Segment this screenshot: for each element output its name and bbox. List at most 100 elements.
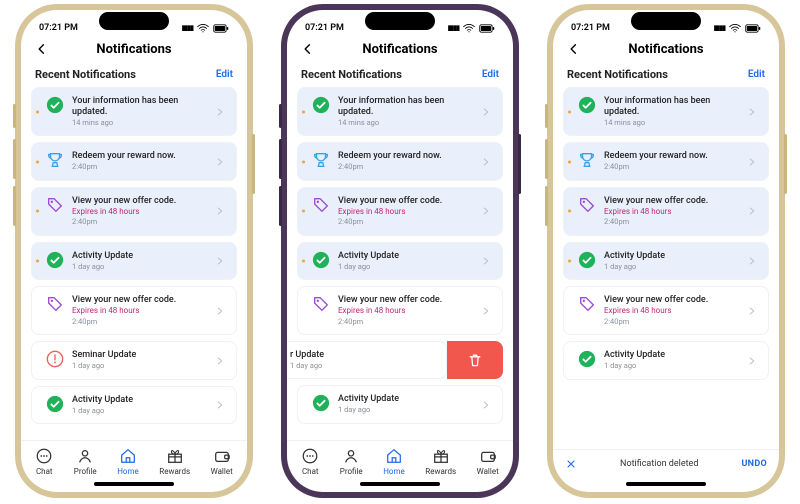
notification-item[interactable]: Your information has been updated. 14 mi… (31, 87, 237, 136)
notification-time: 1 day ago (72, 262, 206, 272)
notification-item[interactable]: Activity Update 1 day ago (563, 341, 769, 380)
unread-dot-icon (36, 160, 39, 163)
snackbar-close-button[interactable] (565, 458, 577, 470)
signal-icon (182, 23, 193, 33)
snackbar: Notification deleted UNDO (553, 449, 779, 478)
notification-item-swiped[interactable]: r Update 1 day ago (297, 341, 503, 379)
chevron-right-icon (746, 156, 758, 168)
notification-list[interactable]: Your information has been updated. 14 mi… (287, 87, 513, 440)
notification-title: Activity Update (338, 394, 472, 405)
trash-icon (467, 352, 483, 368)
notification-item[interactable]: View your new offer code. Expires in 48 … (297, 187, 503, 236)
tag-icon (46, 295, 64, 313)
trophy-icon (312, 151, 330, 169)
nav-rewards[interactable]: Rewards (425, 447, 456, 476)
notification-item[interactable]: Activity Update 1 day ago (297, 242, 503, 281)
page-title: Notifications (21, 42, 247, 57)
chevron-right-icon (214, 305, 226, 317)
notification-time: 1 day ago (604, 262, 738, 272)
nav-rewards[interactable]: Rewards (159, 447, 190, 476)
notification-item[interactable]: View your new offer code. Expires in 48 … (563, 187, 769, 236)
home-indicator[interactable] (360, 482, 440, 486)
snackbar-message: Notification deleted (620, 459, 698, 469)
home-indicator[interactable] (626, 482, 706, 486)
nav-chat[interactable]: Chat (301, 447, 319, 476)
notification-subtitle: Expires in 48 hours (338, 207, 472, 217)
notification-title: Activity Update (604, 251, 738, 262)
unread-dot-icon (302, 260, 305, 263)
notification-list[interactable]: Your information has been updated. 14 mi… (553, 87, 779, 449)
edit-button[interactable]: Edit (748, 69, 765, 80)
back-button[interactable] (301, 42, 319, 56)
notification-item[interactable]: Activity Update 1 day ago (563, 242, 769, 281)
nav-label: Chat (302, 467, 319, 476)
notification-item[interactable]: View your new offer code. Expires in 48 … (297, 286, 503, 335)
edit-button[interactable]: Edit (482, 69, 499, 80)
notification-item-foreground[interactable]: r Update 1 day ago (287, 341, 447, 379)
unread-dot-icon (302, 110, 305, 113)
nav-profile[interactable]: Profile (74, 447, 97, 476)
notification-item[interactable]: Redeem your reward now. 2:40pm (31, 142, 237, 181)
check-icon (578, 96, 596, 114)
notification-item[interactable]: Your information has been updated. 14 mi… (297, 87, 503, 136)
trophy-icon (46, 151, 64, 169)
nav-label: Profile (340, 467, 363, 476)
notification-item[interactable]: Activity Update 1 day ago (297, 385, 503, 424)
nav-label: Wallet (477, 467, 499, 476)
nav-label: Home (383, 467, 405, 476)
back-button[interactable] (567, 42, 585, 56)
notification-list[interactable]: Your information has been updated. 14 mi… (21, 87, 247, 440)
snackbar-undo-button[interactable]: UNDO (741, 459, 767, 469)
edit-button[interactable]: Edit (216, 69, 233, 80)
nav-label: Rewards (159, 467, 190, 476)
trophy-icon (578, 151, 596, 169)
page-title: Notifications (287, 42, 513, 57)
nav-home[interactable]: Home (117, 447, 139, 476)
nav-label: Rewards (425, 467, 456, 476)
page-header: Notifications (287, 38, 513, 66)
home-indicator[interactable] (94, 482, 174, 486)
notification-item[interactable]: Seminar Update 1 day ago (31, 341, 237, 380)
chevron-right-icon (480, 255, 492, 267)
nav-label: Home (117, 467, 139, 476)
tag-icon (312, 196, 330, 214)
nav-wallet[interactable]: Wallet (211, 447, 233, 476)
check-icon (312, 251, 330, 269)
dynamic-island (99, 12, 169, 30)
nav-chat[interactable]: Chat (35, 447, 53, 476)
check-icon (46, 96, 64, 114)
page-header: Notifications (553, 38, 779, 66)
notification-item[interactable]: Redeem your reward now. 2:40pm (563, 142, 769, 181)
chevron-right-icon (746, 205, 758, 217)
notification-time: 14 mins ago (604, 118, 738, 128)
alert-icon (46, 350, 64, 368)
chevron-right-icon (214, 205, 226, 217)
chevron-right-icon (480, 205, 492, 217)
notification-item[interactable]: View your new offer code. Expires in 48 … (563, 286, 769, 335)
chevron-right-icon (746, 106, 758, 118)
nav-profile[interactable]: Profile (340, 447, 363, 476)
notification-title: Activity Update (604, 350, 738, 361)
dynamic-island (631, 12, 701, 30)
nav-wallet[interactable]: Wallet (477, 447, 499, 476)
notification-item[interactable]: View your new offer code. Expires in 48 … (31, 286, 237, 335)
notification-item[interactable]: Redeem your reward now. 2:40pm (297, 142, 503, 181)
chevron-right-icon (746, 355, 758, 367)
notification-item[interactable]: Your information has been updated. 14 mi… (563, 87, 769, 136)
notification-time: 1 day ago (604, 361, 738, 371)
notification-item[interactable]: View your new offer code. Expires in 48 … (31, 187, 237, 236)
notification-time: 1 day ago (72, 406, 206, 416)
notification-subtitle: Expires in 48 hours (338, 306, 472, 316)
notification-item[interactable]: Activity Update 1 day ago (31, 386, 237, 425)
check-icon (312, 394, 330, 412)
notification-item[interactable]: Activity Update 1 day ago (31, 242, 237, 281)
notification-title: View your new offer code. (604, 295, 738, 306)
chevron-right-icon (480, 156, 492, 168)
delete-action[interactable] (447, 341, 503, 379)
notification-time: 14 mins ago (72, 118, 206, 128)
unread-dot-icon (568, 260, 571, 263)
back-button[interactable] (35, 42, 53, 56)
chevron-right-icon (480, 305, 492, 317)
nav-home[interactable]: Home (383, 447, 405, 476)
tag-icon (578, 196, 596, 214)
